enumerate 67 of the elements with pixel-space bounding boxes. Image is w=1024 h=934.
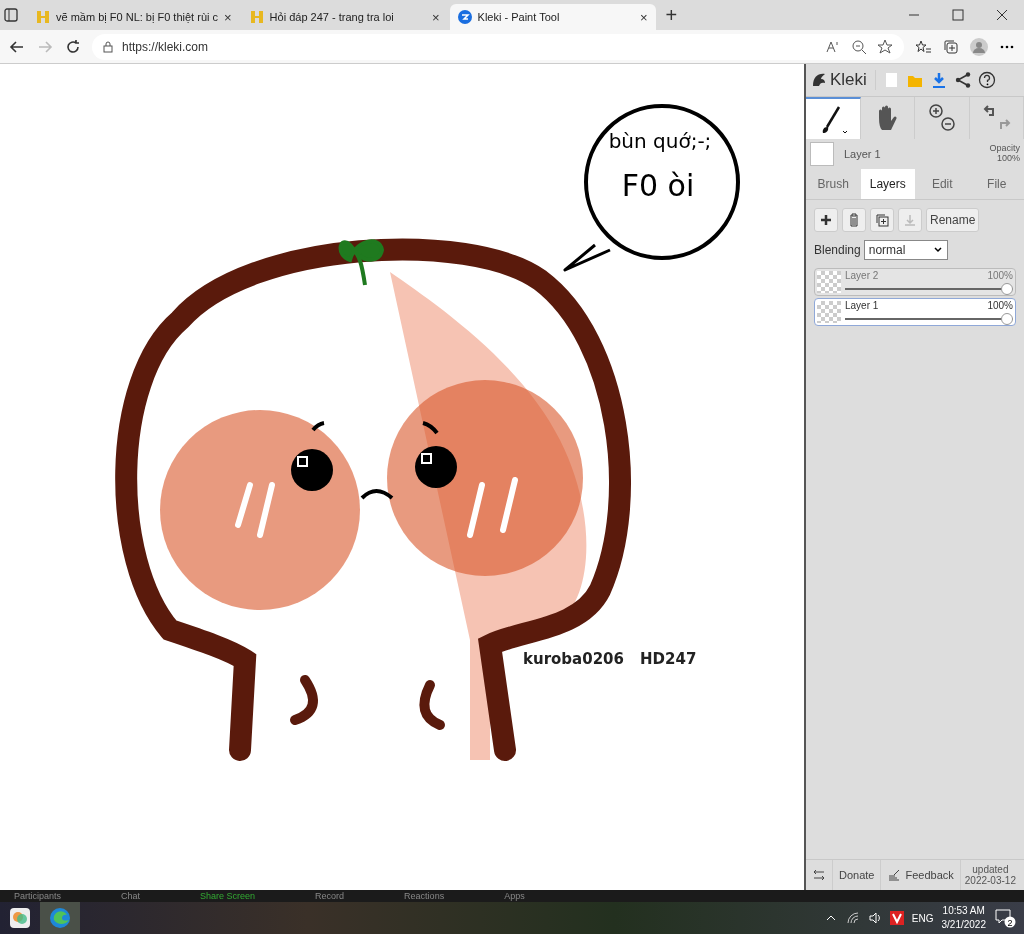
panel-tab[interactable]: Brush	[806, 169, 861, 199]
share-icon[interactable]	[953, 71, 972, 89]
new-tab-button[interactable]: +	[657, 3, 686, 27]
tab-actions-icon[interactable]	[4, 8, 18, 22]
merge-down-icon	[903, 213, 917, 227]
caret-icon	[932, 245, 943, 255]
layer-item[interactable]: Layer 1 100%	[814, 298, 1016, 326]
rename-button[interactable]: Rename	[926, 208, 980, 232]
language-indicator[interactable]: ENG	[911, 912, 934, 924]
taskbar-app-icon[interactable]	[9, 907, 31, 929]
layer-thumbnail	[817, 271, 841, 293]
add-layer-button[interactable]	[814, 208, 838, 232]
meeting-toolbar-item[interactable]: Record	[315, 890, 345, 902]
refresh-icon[interactable]	[64, 37, 82, 56]
lock-icon	[102, 40, 114, 53]
opacity-label: Opacity	[989, 144, 1020, 154]
tab-close-button[interactable]: ×	[432, 9, 440, 25]
volume-icon[interactable]	[867, 911, 882, 925]
meeting-toolbar-item[interactable]: Participants	[14, 890, 62, 902]
panel-tab[interactable]: Edit	[915, 169, 970, 199]
signature-text: HD247	[640, 650, 697, 668]
panel-tab[interactable]: File	[969, 169, 1024, 199]
pencil-icon	[887, 868, 902, 882]
duplicate-layer-button[interactable]	[870, 208, 894, 232]
site-icon	[36, 10, 50, 24]
browser-tab[interactable]: Hỏi đáp 247 - trang tra loi ×	[241, 4, 448, 30]
layer-thumbnail	[817, 301, 841, 323]
bubble-text: bùn quớ;-;	[608, 129, 712, 153]
slider-thumb[interactable]	[1001, 312, 1013, 325]
plus-icon	[819, 213, 833, 227]
current-layer-name: Layer 1	[844, 148, 881, 160]
duplicate-icon	[875, 213, 889, 227]
meeting-toolbar-item[interactable]: Apps	[504, 890, 525, 902]
signature-text: kuroba0206	[523, 650, 624, 668]
meeting-toolbar-item[interactable]: Share Screen	[200, 890, 256, 902]
collections-icon[interactable]	[942, 37, 960, 56]
taskbar-clock[interactable]: 10:53 AM 3/21/2022	[941, 904, 986, 932]
slider-thumb[interactable]	[1001, 282, 1013, 295]
current-layer-thumbnail	[810, 142, 834, 166]
app-logo: Kleki	[810, 70, 876, 90]
meeting-toolbar-item[interactable]: Reactions	[404, 890, 445, 902]
panel-tab[interactable]: Layers	[860, 169, 915, 199]
profile-icon[interactable]	[970, 37, 988, 56]
antivirus-icon[interactable]	[889, 911, 904, 925]
help-icon[interactable]	[977, 71, 996, 89]
blending-label: Blending	[814, 243, 861, 257]
taskbar-button[interactable]	[40, 902, 80, 934]
bubble-text: F0 òi	[621, 168, 695, 203]
site-icon	[249, 10, 264, 24]
tab-close-button[interactable]: ×	[640, 9, 648, 25]
favorite-add-icon[interactable]	[876, 37, 894, 56]
blending-select[interactable]: normal	[863, 240, 948, 260]
site-icon	[457, 10, 472, 24]
opacity-value: 100%	[995, 154, 1020, 164]
trash-icon	[847, 213, 861, 227]
brush-tool[interactable]	[806, 97, 861, 139]
zoom-out-icon[interactable]	[850, 37, 868, 56]
tab-close-button[interactable]: ×	[224, 9, 232, 25]
browser-tab[interactable]: vẽ mầm bị F0 NL: bị F0 thiệt rùi c ×	[28, 4, 240, 30]
browser-icon	[49, 907, 71, 929]
layer-item[interactable]: Layer 2 100%	[814, 268, 1016, 296]
meeting-toolbar-item[interactable]: Chat	[121, 890, 141, 902]
browser-tab[interactable]: Kleki - Paint Tool ×	[449, 4, 656, 30]
wifi-icon[interactable]	[845, 911, 860, 925]
swap-icon	[812, 868, 826, 882]
address-bar[interactable]: https://kleki.com	[92, 33, 904, 60]
update-date: updated 2022-03-12	[963, 863, 1017, 888]
